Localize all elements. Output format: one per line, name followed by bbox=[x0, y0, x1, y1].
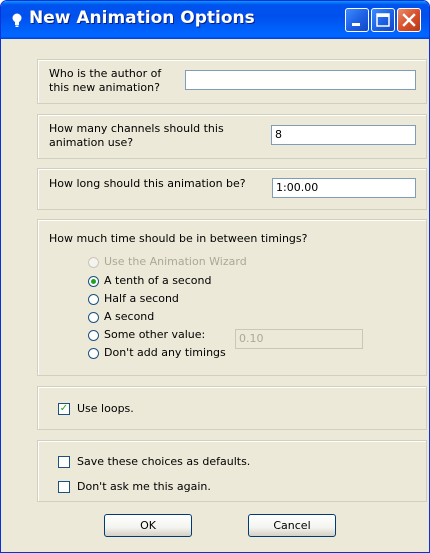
radio-other-value-label[interactable]: Some other value: bbox=[104, 328, 205, 342]
length-label: How long should this animation be? bbox=[49, 177, 246, 190]
radio-other-value[interactable] bbox=[88, 330, 99, 341]
radio-no-timings-label[interactable]: Don't add any timings bbox=[104, 346, 226, 360]
channels-label: How many channels should this animation … bbox=[49, 122, 224, 149]
channels-group: How many channels should this animation … bbox=[37, 114, 427, 159]
maximize-icon bbox=[376, 13, 390, 27]
length-field[interactable]: 1:00.00 bbox=[272, 178, 416, 198]
dont-ask-checkbox[interactable] bbox=[58, 481, 70, 493]
close-icon bbox=[402, 13, 416, 27]
radio-one-second[interactable] bbox=[88, 312, 99, 323]
radio-tenth-second[interactable] bbox=[88, 276, 99, 287]
author-label: Who is the author of this new animation? bbox=[49, 67, 162, 94]
minimize-icon bbox=[352, 23, 360, 26]
author-field[interactable] bbox=[185, 70, 416, 90]
use-loops-checkbox[interactable]: ✓ bbox=[58, 403, 70, 415]
title-bar[interactable]: New Animation Options bbox=[1, 1, 429, 39]
radio-tenth-second-label[interactable]: A tenth of a second bbox=[104, 274, 211, 288]
loops-group: ✓ Use loops. bbox=[37, 386, 427, 430]
save-defaults-label[interactable]: Save these choices as defaults. bbox=[77, 455, 250, 469]
timings-heading: How much time should be in between timin… bbox=[49, 232, 308, 245]
channels-field[interactable]: 8 bbox=[271, 125, 416, 145]
radio-animation-wizard-label[interactable]: Use the Animation Wizard bbox=[104, 255, 247, 269]
length-group: How long should this animation be? 1:00.… bbox=[37, 168, 427, 210]
radio-no-timings[interactable] bbox=[88, 348, 99, 359]
close-button[interactable] bbox=[397, 8, 421, 32]
new-animation-options-dialog: New Animation Options Who is the author … bbox=[0, 0, 430, 553]
bulb-icon bbox=[12, 13, 22, 27]
save-defaults-checkbox[interactable] bbox=[58, 456, 70, 468]
cancel-button[interactable]: Cancel bbox=[248, 514, 336, 537]
radio-one-second-label[interactable]: A second bbox=[104, 310, 154, 324]
timings-group: How much time should be in between timin… bbox=[37, 219, 427, 376]
radio-animation-wizard[interactable] bbox=[88, 257, 99, 268]
use-loops-label[interactable]: Use loops. bbox=[77, 402, 134, 416]
window-title: New Animation Options bbox=[29, 8, 255, 28]
defaults-group: Save these choices as defaults. Don't as… bbox=[37, 440, 427, 502]
maximize-button[interactable] bbox=[371, 8, 395, 32]
radio-half-second[interactable] bbox=[88, 294, 99, 305]
author-group: Who is the author of this new animation? bbox=[37, 59, 427, 104]
dont-ask-label[interactable]: Don't ask me this again. bbox=[77, 480, 211, 494]
ok-button[interactable]: OK bbox=[104, 514, 192, 537]
minimize-button[interactable] bbox=[345, 8, 369, 32]
radio-half-second-label[interactable]: Half a second bbox=[104, 292, 179, 306]
other-value-field[interactable]: 0.10 bbox=[235, 329, 363, 349]
